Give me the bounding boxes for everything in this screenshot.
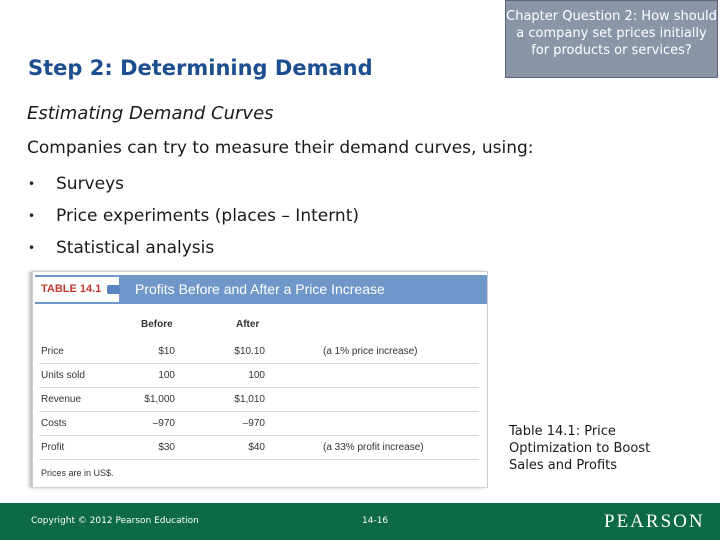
table-row: Revenue $1,000 $1,010	[39, 387, 479, 412]
cell-note: (a 1% price increase)	[323, 346, 418, 357]
table-tag: TABLE 14.1	[35, 277, 120, 302]
cell-after: $10.10	[234, 346, 265, 357]
bullet-text: Price experiments (places – Internt)	[56, 206, 359, 226]
cell-before: $1,000	[144, 394, 175, 405]
table-title: Profits Before and After a Price Increas…	[135, 281, 385, 297]
row-label: Price	[41, 346, 64, 357]
table-row: Price $10 $10.10 (a 1% price increase)	[39, 339, 479, 364]
row-label: Profit	[41, 442, 65, 453]
cell-after: 100	[248, 370, 265, 381]
bullet-text: Surveys	[56, 174, 124, 194]
table-row: Units sold 100 100	[39, 363, 479, 388]
table-row: Costs –970 –970	[39, 411, 479, 436]
table-header-bar: TABLE 14.1 Profits Before and After a Pr…	[35, 275, 487, 304]
bullet-text: Statistical analysis	[56, 238, 215, 258]
table-image: TABLE 14.1 Profits Before and After a Pr…	[32, 271, 488, 488]
cell-before: –970	[152, 418, 175, 429]
slide-title: Step 2: Determining Demand	[28, 56, 373, 80]
cell-after: $1,010	[234, 394, 265, 405]
bullet-icon: •	[28, 177, 36, 191]
cell-after: $40	[248, 442, 265, 453]
bullet-icon: •	[28, 241, 36, 255]
bullet-item: • Price experiments (places – Internt)	[28, 200, 359, 232]
column-header-before: Before	[141, 319, 173, 330]
cell-after: –970	[242, 418, 265, 429]
row-label: Revenue	[41, 394, 82, 405]
table-row: Profit $30 $40 (a 33% profit increase)	[39, 435, 479, 460]
table-tag-text: TABLE 14.1	[41, 283, 102, 295]
footer-bar: Copyright © 2012 Pearson Education 14-16…	[0, 503, 720, 540]
row-label: Costs	[41, 418, 67, 429]
table-note: Prices are in US$.	[41, 468, 114, 478]
cell-before: 100	[158, 370, 175, 381]
table-tag-icon	[107, 285, 120, 294]
intro-text: Companies can try to measure their deman…	[27, 138, 534, 158]
cell-before: $30	[158, 442, 175, 453]
table-caption: Table 14.1: Price Optimization to Boost …	[509, 424, 651, 473]
bullet-item: • Surveys	[28, 168, 359, 200]
chapter-question-box: Chapter Question 2: How should a company…	[505, 0, 718, 78]
pearson-logo: PEARSON	[604, 511, 705, 532]
slide-subtitle: Estimating Demand Curves	[27, 103, 274, 124]
cell-note: (a 33% profit increase)	[323, 442, 424, 453]
page-number: 14-16	[362, 516, 389, 526]
column-header-after: After	[236, 319, 260, 330]
bullet-icon: •	[28, 209, 36, 223]
row-label: Units sold	[41, 370, 85, 381]
bullet-list: • Surveys • Price experiments (places – In…	[28, 168, 359, 264]
bullet-item: • Statistical analysis	[28, 232, 359, 264]
cell-before: $10	[158, 346, 175, 357]
copyright-text: Copyright © 2012 Pearson Education	[31, 516, 199, 526]
